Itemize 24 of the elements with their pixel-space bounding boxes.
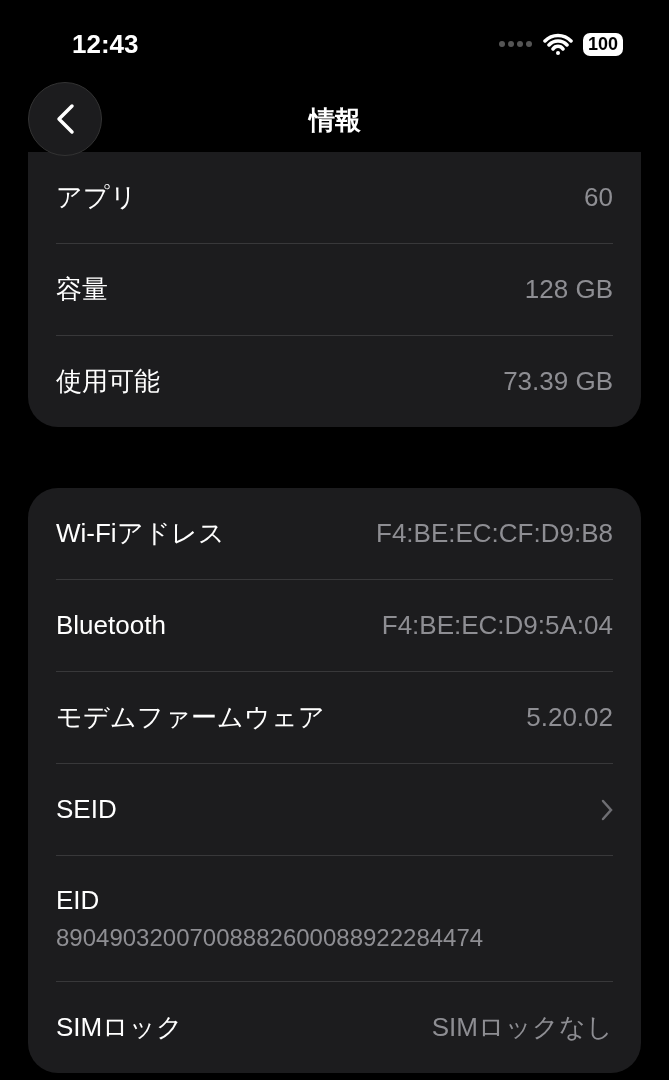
row-label: アプリ — [56, 181, 137, 214]
row-label: 容量 — [56, 273, 108, 306]
status-time: 12:43 — [72, 28, 139, 60]
chevron-icon[interactable] — [601, 798, 613, 821]
row-label: EID — [56, 885, 101, 916]
nav-title: 情報 — [308, 103, 361, 137]
battery-icon: 100 — [582, 32, 623, 56]
signal-icon — [498, 41, 533, 47]
row-value: F4:BE:EC:CF:D9:B8 — [376, 518, 613, 549]
row-value: 60 — [584, 182, 613, 213]
row-label: SIMロック — [56, 1011, 184, 1044]
row-label: モデムファームウェア — [56, 701, 325, 734]
row-value: 73.39 GB — [503, 366, 613, 397]
row-value: 128 GB — [524, 274, 613, 305]
row-label: Bluetooth — [56, 610, 166, 641]
row-value: F4:BE:EC:D9:5A:04 — [381, 610, 613, 641]
row-value: SIMロックなし — [431, 1011, 613, 1044]
row-label[interactable]: SEID — [56, 794, 117, 825]
row-label: Wi-Fiアドレス — [56, 517, 225, 550]
row-value: 5.20.02 — [526, 702, 613, 733]
wifi-icon — [542, 33, 573, 55]
row-value: 89049032007008882600088922284474 — [56, 924, 485, 952]
back-icon[interactable] — [55, 103, 75, 135]
row-label: 使用可能 — [56, 365, 160, 398]
